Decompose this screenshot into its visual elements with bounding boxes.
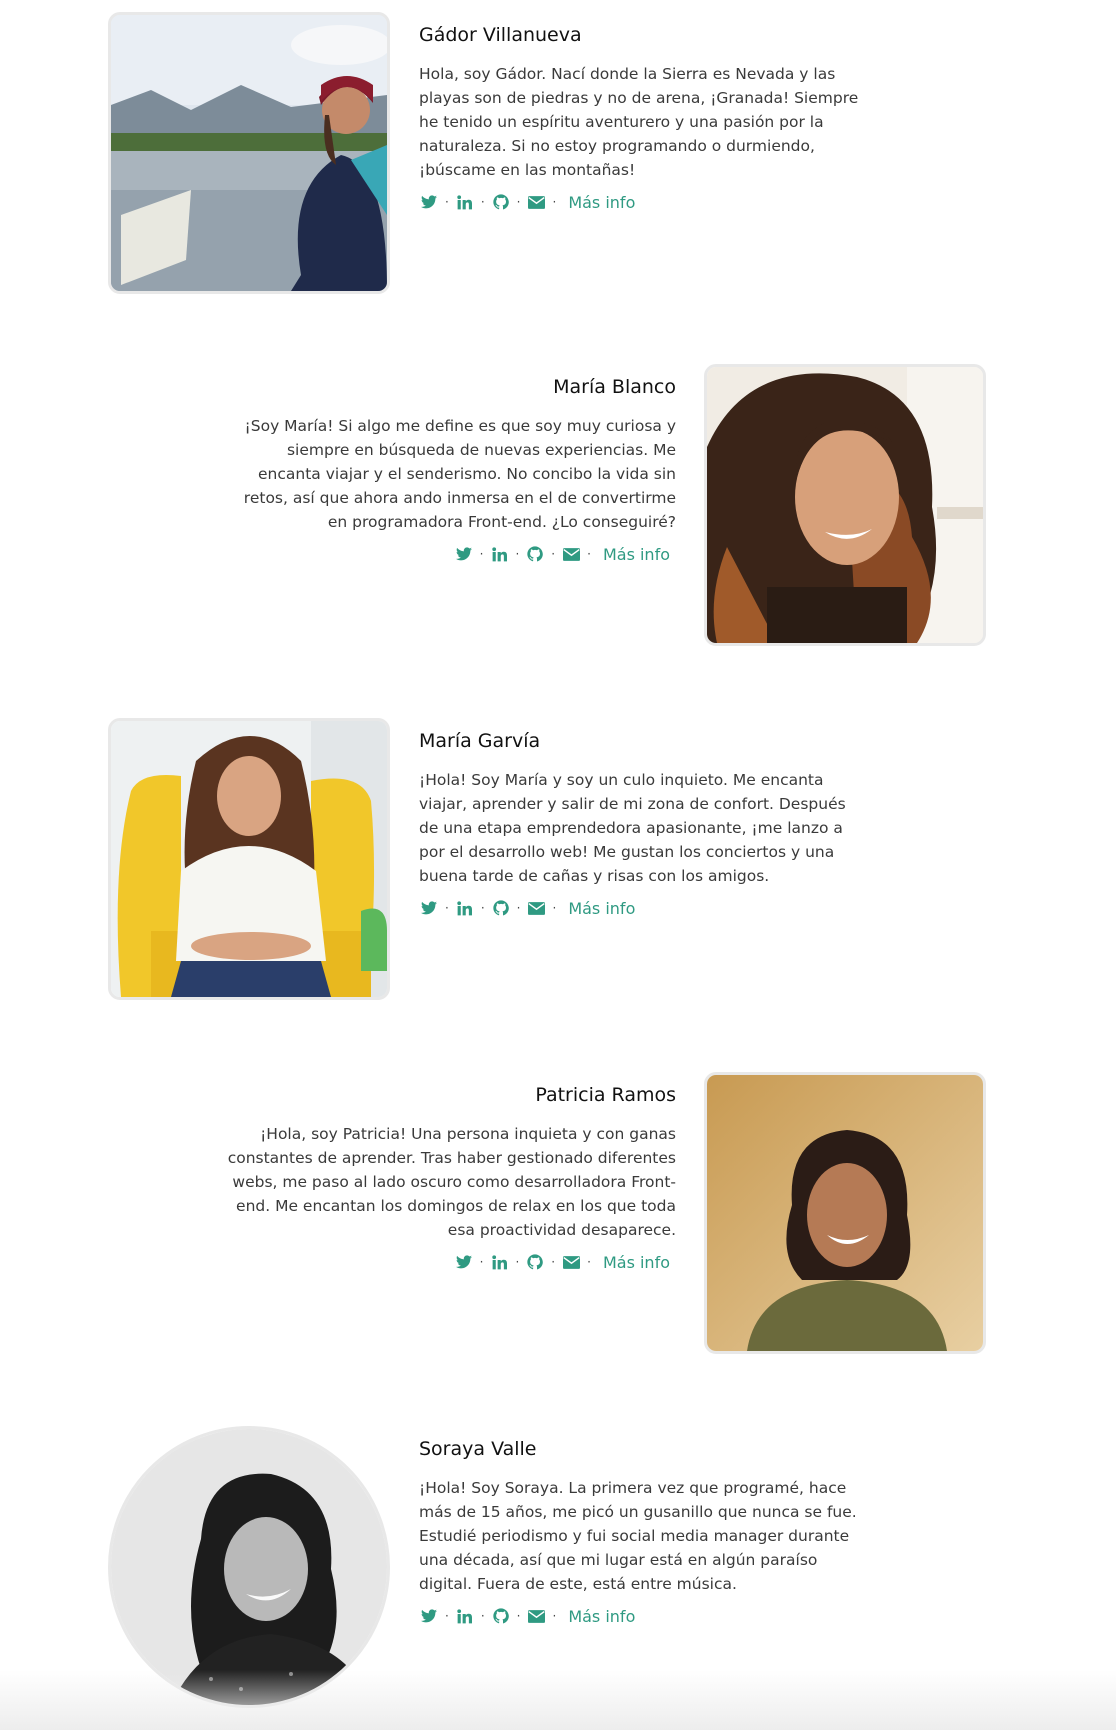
separator-dot: · <box>479 1255 484 1269</box>
member-bio: ¡Soy María! Si algo me define es que soy… <box>243 417 676 531</box>
member-bio: ¡Hola! Soy Soraya. La primera vez que pr… <box>419 1479 857 1593</box>
member-photo <box>704 1072 986 1354</box>
social-links: · · · · Más info <box>419 898 869 918</box>
member-photo-image <box>111 1429 387 1705</box>
social-links: · · · · Más info <box>226 1252 676 1272</box>
more-info-link[interactable]: Más info <box>603 545 670 564</box>
envelope-icon[interactable] <box>561 544 581 564</box>
member-card: María Blanco ¡Soy María! Si algo me defi… <box>0 364 1116 664</box>
separator-dot: · <box>479 547 484 561</box>
github-icon[interactable] <box>525 544 545 564</box>
member-card: Gádor Villanueva Hola, soy Gádor. Nací d… <box>0 12 1116 312</box>
separator-dot: · <box>480 195 485 209</box>
social-links: · · · · Más info <box>419 1606 869 1626</box>
member-info: María Garvía ¡Hola! Soy María y soy un c… <box>419 728 869 918</box>
member-name: María Garvía <box>419 730 541 752</box>
member-photo-image <box>111 15 387 291</box>
separator-dot: · <box>445 195 449 209</box>
separator-dot: · <box>480 1609 485 1623</box>
separator-dot: · <box>552 1609 557 1623</box>
linkedin-icon[interactable] <box>489 1252 509 1272</box>
github-icon[interactable] <box>491 898 511 918</box>
member-name: María Blanco <box>553 376 676 398</box>
github-icon[interactable] <box>491 192 511 212</box>
github-icon[interactable] <box>525 1252 545 1272</box>
member-photo <box>108 718 390 1000</box>
social-links: · · · · Más info <box>226 544 676 564</box>
member-photo <box>108 1426 390 1708</box>
separator-dot: · <box>515 547 520 561</box>
twitter-icon[interactable] <box>419 898 439 918</box>
separator-dot: · <box>552 195 557 209</box>
member-bio: ¡Hola! Soy María y soy un culo inquieto.… <box>419 771 846 885</box>
linkedin-icon[interactable] <box>455 898 475 918</box>
separator-dot: · <box>516 195 521 209</box>
twitter-icon[interactable] <box>419 192 439 212</box>
member-name: Patricia Ramos <box>535 1084 676 1106</box>
more-info-link[interactable]: Más info <box>603 1253 670 1272</box>
separator-dot: · <box>480 901 485 915</box>
linkedin-icon[interactable] <box>489 544 509 564</box>
member-bio: Hola, soy Gádor. Nací donde la Sierra es… <box>419 65 859 179</box>
member-card: María Garvía ¡Hola! Soy María y soy un c… <box>0 718 1116 1018</box>
envelope-icon[interactable] <box>561 1252 581 1272</box>
envelope-icon[interactable] <box>526 192 546 212</box>
member-info: Soraya Valle ¡Hola! Soy Soraya. La prime… <box>419 1436 869 1626</box>
separator-dot: · <box>552 901 557 915</box>
member-info: Patricia Ramos ¡Hola, soy Patricia! Una … <box>226 1082 676 1272</box>
member-info: Gádor Villanueva Hola, soy Gádor. Nací d… <box>419 22 869 212</box>
separator-dot: · <box>551 547 556 561</box>
separator-dot: · <box>515 1255 520 1269</box>
member-photo <box>704 364 986 646</box>
separator-dot: · <box>445 1609 449 1623</box>
member-photo-image <box>111 721 387 997</box>
github-icon[interactable] <box>491 1606 511 1626</box>
separator-dot: · <box>587 1255 591 1269</box>
bottom-fade <box>0 1670 1116 1730</box>
envelope-icon[interactable] <box>526 1606 546 1626</box>
member-name: Gádor Villanueva <box>419 24 582 46</box>
member-card: Patricia Ramos ¡Hola, soy Patricia! Una … <box>0 1072 1116 1372</box>
separator-dot: · <box>587 547 591 561</box>
separator-dot: · <box>551 1255 556 1269</box>
twitter-icon[interactable] <box>419 1606 439 1626</box>
member-bio: ¡Hola, soy Patricia! Una persona inquiet… <box>227 1125 676 1239</box>
more-info-link[interactable]: Más info <box>568 193 635 212</box>
member-photo-image <box>707 1075 983 1351</box>
linkedin-icon[interactable] <box>455 192 475 212</box>
member-photo-image <box>707 367 983 643</box>
linkedin-icon[interactable] <box>455 1606 475 1626</box>
twitter-icon[interactable] <box>454 1252 474 1272</box>
envelope-icon[interactable] <box>526 898 546 918</box>
member-name: Soraya Valle <box>419 1438 537 1460</box>
separator-dot: · <box>516 901 521 915</box>
more-info-link[interactable]: Más info <box>568 899 635 918</box>
member-info: María Blanco ¡Soy María! Si algo me defi… <box>226 374 676 564</box>
member-photo <box>108 12 390 294</box>
social-links: · · · · Más info <box>419 192 869 212</box>
twitter-icon[interactable] <box>454 544 474 564</box>
separator-dot: · <box>445 901 449 915</box>
separator-dot: · <box>516 1609 521 1623</box>
more-info-link[interactable]: Más info <box>568 1607 635 1626</box>
